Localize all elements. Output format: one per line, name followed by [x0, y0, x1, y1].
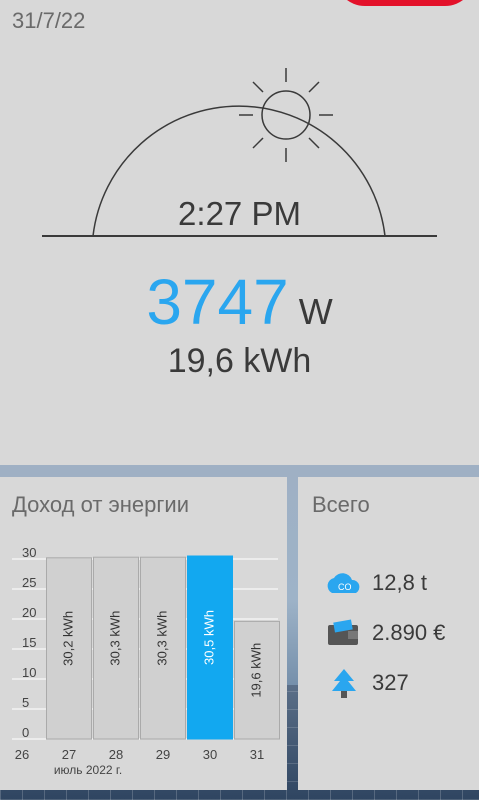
x-tick-label: 27: [62, 747, 76, 762]
co2-cloud-icon: CO: [327, 573, 360, 593]
x-tick-label: 29: [156, 747, 170, 762]
solar-status-panel: 31/7/22 2:27 PM 3747 W 19,6 kWh: [0, 0, 479, 465]
x-tick-label: 28: [109, 747, 123, 762]
y-tick-label: 10: [22, 665, 36, 680]
y-tick-label: 0: [22, 725, 29, 740]
x-tick-label: 31: [250, 747, 264, 762]
bar-data-label: 19,6 kWh: [248, 643, 263, 698]
energy-today: 19,6 kWh: [167, 342, 312, 380]
total-trees-row: 327: [324, 667, 409, 699]
total-co2-value: 12,8 t: [372, 570, 428, 595]
y-tick-label: 5: [22, 695, 29, 710]
total-money-row: 2.890 €: [324, 617, 445, 649]
totals-card[interactable]: Всего CO 12,8 t 2.890 € 327: [298, 477, 479, 790]
power-value: 3747: [146, 266, 289, 338]
y-tick-label: 25: [22, 575, 36, 590]
x-tick-label: 30: [203, 747, 217, 762]
y-tick-label: 20: [22, 605, 36, 620]
y-tick-label: 30: [22, 545, 36, 560]
total-money-value: 2.890 €: [372, 620, 446, 645]
y-tick-label: 15: [22, 635, 36, 650]
sun-icon: [239, 68, 333, 162]
power-unit: W: [298, 291, 333, 332]
svg-text:CO: CO: [338, 582, 352, 592]
bar-data-label: 30,5 kWh: [201, 610, 216, 665]
current-power: 3747 W: [0, 265, 479, 339]
current-time: 2:27 PM: [178, 195, 301, 232]
income-card[interactable]: Доход от энергии 0 5 10 15 20 25 30 26 27 30,2 kW…: [0, 477, 287, 790]
income-bar-chart[interactable]: 0 5 10 15 20 25 30 26 27 30,2 kWh 28 30,3 kWh 29 30,3…: [0, 477, 287, 790]
bar-data-label: 30,2 kWh: [60, 611, 75, 666]
x-tick-label: 26: [15, 747, 29, 762]
totals-title: Всего: [312, 492, 370, 517]
total-trees-value: 327: [372, 670, 409, 695]
wallet-icon: [328, 619, 358, 645]
bar-data-label: 30,3 kWh: [107, 611, 122, 666]
x-axis-label: июль 2022 г.: [54, 763, 122, 777]
total-co2-row: CO 12,8 t: [324, 567, 427, 599]
tree-icon: [332, 669, 356, 698]
bar-data-label: 30,3 kWh: [154, 611, 169, 666]
